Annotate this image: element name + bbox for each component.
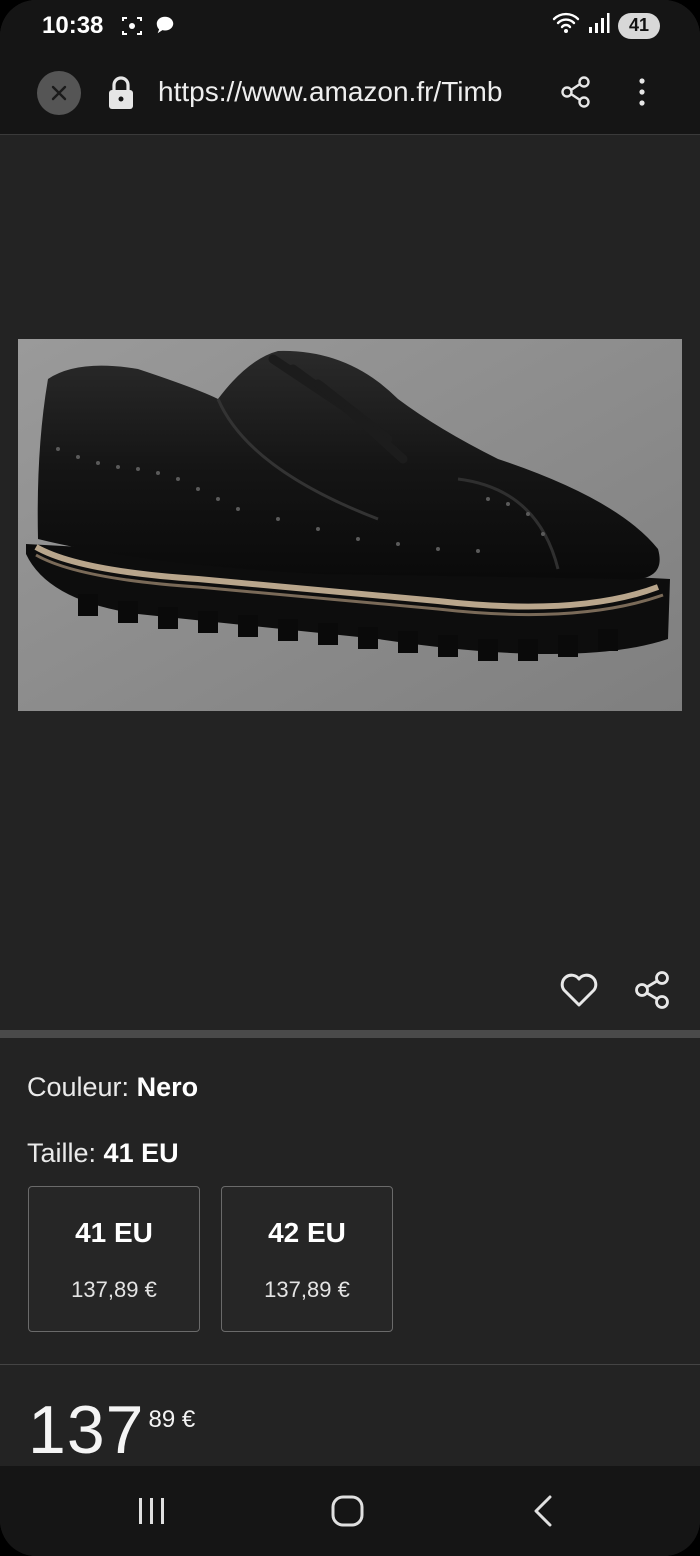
- more-vert-icon[interactable]: [630, 74, 654, 115]
- home-icon[interactable]: [330, 1494, 366, 1533]
- size-option-label: 41 EU: [75, 1217, 153, 1248]
- size-option-label: 42 EU: [268, 1217, 346, 1248]
- price-divider: [0, 1364, 700, 1365]
- signal-icon: [588, 12, 610, 39]
- lock-icon[interactable]: [108, 76, 134, 115]
- product-price: 137 89 €: [28, 1392, 195, 1468]
- color-label: Couleur:: [27, 1072, 130, 1102]
- screenshot-icon: [120, 14, 144, 43]
- status-bar: 10:38 41: [0, 0, 700, 52]
- size-option-41[interactable]: 41 EU 137,89 €: [28, 1186, 200, 1332]
- price-whole: 137: [28, 1392, 145, 1468]
- size-option-price: 137,89 €: [71, 1277, 157, 1302]
- size-line: Taille: 41 EU: [27, 1138, 179, 1169]
- url-field[interactable]: https://www.amazon.fr/Timb: [158, 76, 534, 108]
- product-image-area: [0, 135, 700, 1030]
- status-time: 10:38: [42, 12, 104, 39]
- heart-icon[interactable]: [558, 969, 600, 1016]
- size-option-42[interactable]: 42 EU 137,89 €: [221, 1186, 393, 1332]
- size-value: 41 EU: [103, 1138, 179, 1168]
- back-icon[interactable]: [530, 1494, 556, 1533]
- close-icon: [51, 85, 67, 101]
- recent-apps-icon[interactable]: [136, 1494, 168, 1533]
- color-value: Nero: [136, 1072, 199, 1102]
- share-icon[interactable]: [632, 969, 674, 1016]
- phone-screen: 10:38 41 https://www.amazon.fr/Timb Coul…: [0, 0, 700, 1556]
- size-option-price: 137,89 €: [264, 1277, 350, 1302]
- browser-url-bar: https://www.amazon.fr/Timb: [0, 52, 700, 135]
- wifi-icon: [552, 12, 580, 39]
- color-line: Couleur: Nero: [27, 1072, 198, 1103]
- section-divider: [0, 1030, 700, 1038]
- close-tab-button[interactable]: [37, 71, 81, 115]
- system-nav-bar: [0, 1466, 700, 1556]
- product-image[interactable]: [18, 339, 682, 711]
- chat-bubble-icon: [154, 14, 176, 43]
- share-icon[interactable]: [558, 74, 594, 115]
- price-fraction: 89 €: [148, 1406, 196, 1433]
- battery-indicator: 41: [618, 12, 660, 39]
- size-label: Taille:: [27, 1138, 97, 1168]
